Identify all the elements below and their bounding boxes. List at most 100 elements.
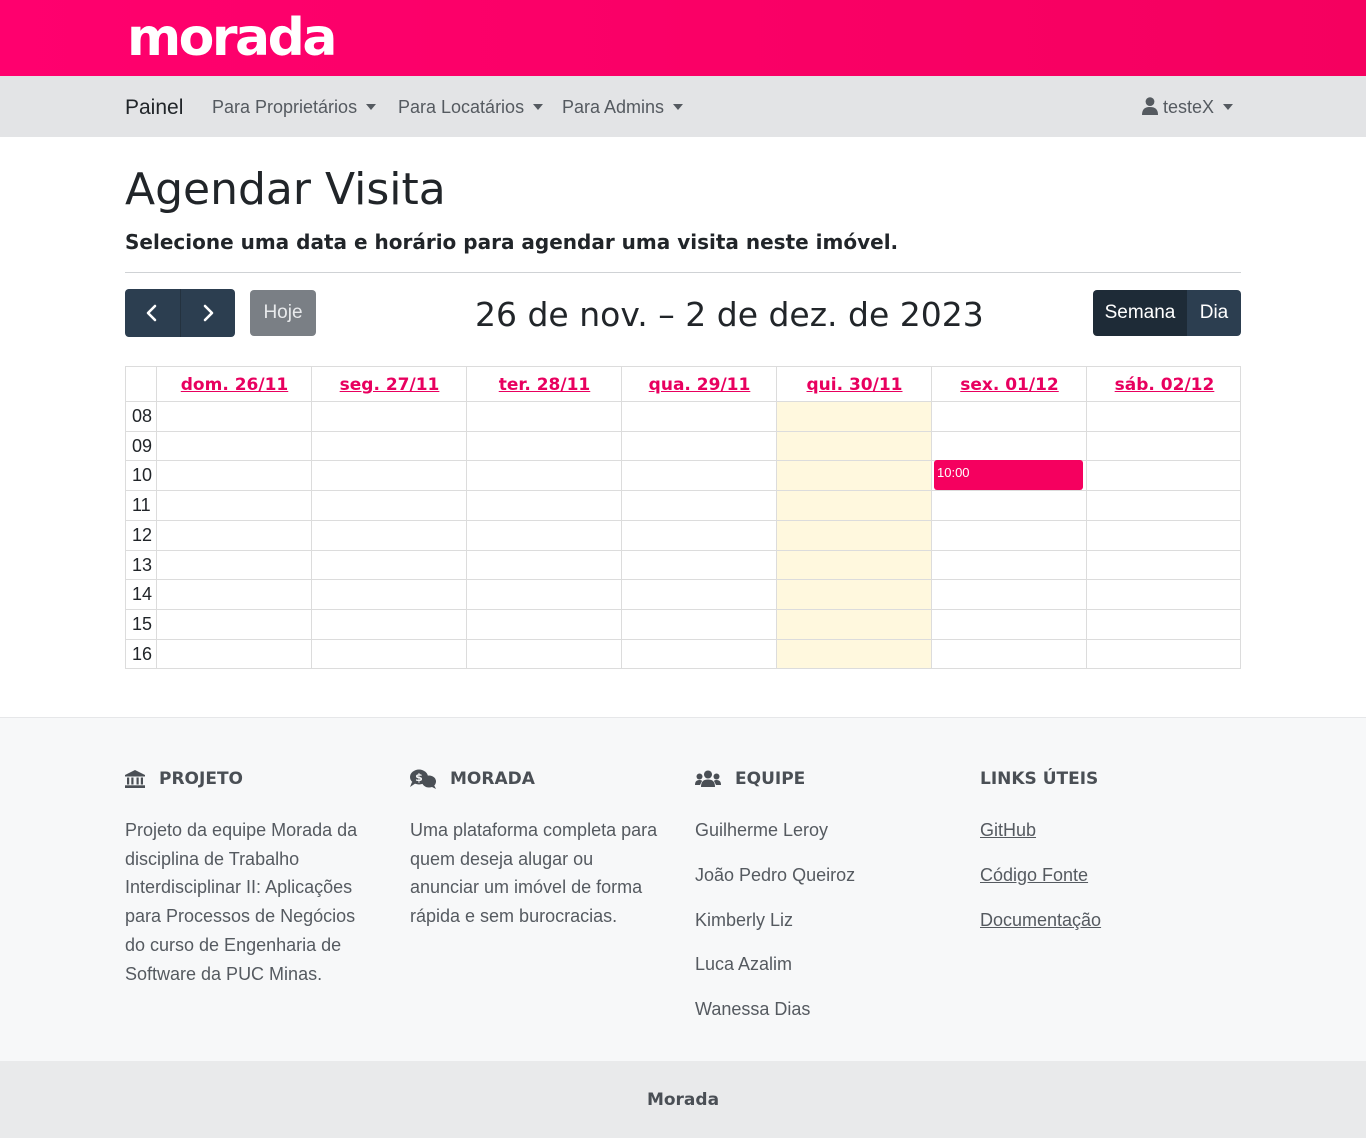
time-slot[interactable] <box>622 461 776 490</box>
day-header[interactable]: qui. 30/11 <box>777 367 932 401</box>
time-slot[interactable] <box>622 491 776 520</box>
time-slot[interactable] <box>157 461 311 490</box>
time-slot[interactable] <box>312 432 466 461</box>
user-name: testeX <box>1162 97 1214 117</box>
today-button[interactable]: Hoje <box>250 290 316 336</box>
time-slot[interactable] <box>932 491 1086 520</box>
hour-label: 10 <box>132 465 153 486</box>
time-slot[interactable] <box>467 402 621 431</box>
time-slot[interactable] <box>1087 461 1241 490</box>
time-slot[interactable] <box>622 551 776 580</box>
next-week-button[interactable] <box>179 289 236 337</box>
prev-week-button[interactable] <box>125 289 180 337</box>
time-slot[interactable] <box>1087 402 1241 431</box>
time-slot[interactable] <box>932 610 1086 639</box>
time-slot[interactable] <box>312 551 466 580</box>
page-title: Agendar Visita <box>125 164 446 215</box>
day-header[interactable]: ter. 28/11 <box>467 367 622 401</box>
time-slot[interactable] <box>312 580 466 609</box>
day-header[interactable]: sáb. 02/12 <box>1087 367 1242 401</box>
team-member: João Pedro Queiroz <box>695 864 856 885</box>
time-slot[interactable] <box>1087 491 1241 520</box>
time-slot[interactable] <box>622 521 776 550</box>
time-slot[interactable] <box>777 551 931 580</box>
time-slot[interactable] <box>777 640 931 669</box>
footer-links: LINKS ÚTEIS GitHub Código Fonte Document… <box>980 767 1101 952</box>
time-slot[interactable] <box>932 580 1086 609</box>
time-slot[interactable] <box>1087 551 1241 580</box>
user-menu[interactable]: testeX <box>1141 76 1233 139</box>
time-slot[interactable] <box>157 580 311 609</box>
time-slot[interactable] <box>467 610 621 639</box>
calendar-event[interactable]: 10:00 <box>934 460 1083 490</box>
time-slot[interactable] <box>1087 521 1241 550</box>
time-slot[interactable] <box>1087 610 1241 639</box>
source-code-link[interactable]: Código Fonte <box>980 863 1101 887</box>
time-slot[interactable] <box>932 432 1086 461</box>
morada-logo[interactable]: morada <box>127 6 337 70</box>
caret-down-icon <box>366 104 377 110</box>
time-slot[interactable] <box>157 432 311 461</box>
time-slot[interactable] <box>467 521 621 550</box>
day-header[interactable]: sex. 01/12 <box>932 367 1087 401</box>
time-slot[interactable] <box>312 491 466 520</box>
day-view-button[interactable]: Dia <box>1187 290 1241 336</box>
nav-brand-painel[interactable]: Painel <box>125 76 183 140</box>
team-member: Guilherme Leroy <box>695 820 829 840</box>
nav-dropdown-locatarios[interactable]: Para Locatários <box>398 76 544 139</box>
footer-projeto-text: Projeto da equipe Morada da disciplina d… <box>125 820 358 984</box>
footer-equipe: EQUIPE Guilherme Leroy João Pedro Queiro… <box>695 767 855 1042</box>
time-slot[interactable] <box>777 610 931 639</box>
time-slot[interactable] <box>157 610 311 639</box>
time-slot[interactable] <box>467 461 621 490</box>
time-slot[interactable] <box>467 640 621 669</box>
time-slot[interactable] <box>932 640 1086 669</box>
time-slot[interactable] <box>157 402 311 431</box>
time-slot[interactable] <box>467 551 621 580</box>
team-list: Guilherme Leroy João Pedro Queiroz Kimbe… <box>695 818 855 1021</box>
time-slot[interactable] <box>777 521 931 550</box>
time-slot[interactable] <box>1087 580 1241 609</box>
time-slot[interactable] <box>622 580 776 609</box>
day-header[interactable]: dom. 26/11 <box>157 367 312 401</box>
time-slot[interactable] <box>467 491 621 520</box>
calendar-range-title: 26 de nov. – 2 de dez. de 2023 <box>475 295 984 334</box>
time-slot[interactable] <box>467 432 621 461</box>
time-slot[interactable] <box>622 610 776 639</box>
time-slot[interactable] <box>777 491 931 520</box>
nav-dropdown-proprietarios[interactable]: Para Proprietários <box>212 76 377 139</box>
time-slot[interactable] <box>157 521 311 550</box>
time-slot[interactable] <box>157 491 311 520</box>
week-calendar: dom. 26/11 seg. 27/11 ter. 28/11 qua. 29/11… <box>125 366 1241 669</box>
time-slot[interactable] <box>312 461 466 490</box>
time-slot[interactable] <box>932 551 1086 580</box>
time-slot[interactable] <box>157 640 311 669</box>
day-header[interactable]: seg. 27/11 <box>312 367 467 401</box>
time-slot[interactable] <box>1087 640 1241 669</box>
github-link[interactable]: GitHub <box>980 818 1101 842</box>
time-slot[interactable] <box>1087 432 1241 461</box>
time-slot[interactable] <box>932 402 1086 431</box>
hour-label: 12 <box>132 524 153 545</box>
time-slot[interactable] <box>777 461 931 490</box>
time-slot[interactable] <box>312 521 466 550</box>
time-slot[interactable] <box>312 402 466 431</box>
nav-dropdown-admins[interactable]: Para Admins <box>562 76 684 139</box>
time-slot[interactable] <box>312 640 466 669</box>
time-slot[interactable] <box>777 432 931 461</box>
time-slot[interactable] <box>622 640 776 669</box>
day-header[interactable]: qua. 29/11 <box>622 367 777 401</box>
time-slot[interactable] <box>467 580 621 609</box>
time-slot[interactable] <box>777 402 931 431</box>
week-view-button[interactable]: Semana <box>1093 290 1187 336</box>
time-slot[interactable] <box>622 402 776 431</box>
hour-label: 08 <box>132 406 153 426</box>
hour-label: 14 <box>132 584 153 605</box>
chevron-left-icon <box>146 304 157 322</box>
time-slot[interactable] <box>932 521 1086 550</box>
documentation-link[interactable]: Documentação <box>980 908 1101 932</box>
time-slot[interactable] <box>777 580 931 609</box>
time-slot[interactable] <box>157 551 311 580</box>
time-slot[interactable] <box>312 610 466 639</box>
time-slot[interactable] <box>622 432 776 461</box>
